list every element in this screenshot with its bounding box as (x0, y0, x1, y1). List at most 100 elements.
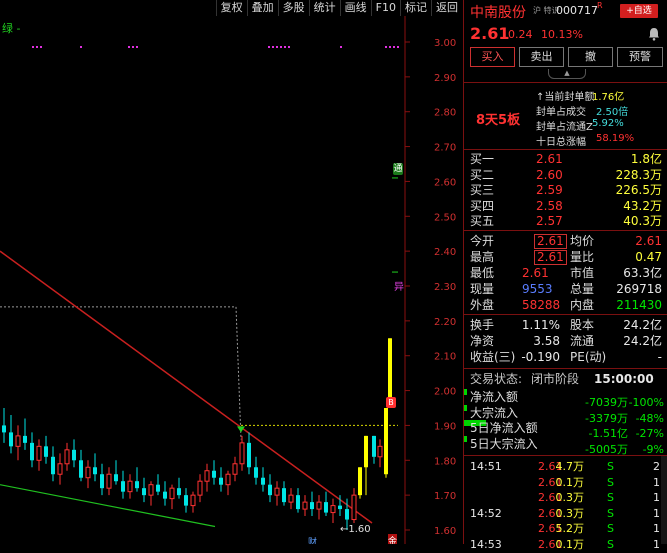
bell-icon[interactable] (648, 26, 660, 45)
candle-body[interactable] (239, 442, 245, 465)
candle-body[interactable] (358, 467, 362, 496)
candle-body[interactable] (219, 477, 223, 485)
alert-button[interactable]: 预警 (617, 47, 663, 67)
candle-body[interactable] (372, 435, 376, 457)
marker-tong-icon[interactable]: 通 (393, 163, 403, 175)
candle-body[interactable] (30, 442, 34, 461)
buy-button[interactable]: 买入 (470, 47, 515, 67)
candle-body[interactable] (324, 502, 328, 513)
candle-body[interactable] (93, 467, 97, 475)
tick-scrollbar[interactable] (661, 456, 667, 544)
collapse-chevron-icon[interactable]: ▲ (548, 69, 586, 79)
candle-body[interactable] (197, 480, 203, 496)
candle-body[interactable] (190, 494, 196, 507)
toolbar-button[interactable]: 标记 (400, 0, 431, 16)
candle-body[interactable] (72, 449, 76, 461)
candle-body[interactable] (384, 408, 388, 475)
candle-body[interactable] (15, 435, 21, 447)
candle-body[interactable] (247, 442, 251, 468)
toolbar-button[interactable]: 叠加 (246, 0, 278, 16)
tick-row[interactable]: 2.61 5.2万 S 1 (464, 521, 660, 537)
add-watchlist-button[interactable]: +自选 (620, 4, 658, 18)
toolbar-button[interactable]: 复权 (215, 0, 247, 16)
order-volume: 226.5万 (615, 183, 662, 197)
candle-body[interactable] (330, 505, 336, 514)
candle-body[interactable] (106, 473, 112, 489)
quote-value-2: 2.61 (635, 234, 662, 248)
toolbar-button[interactable]: 多股 (277, 0, 309, 16)
cancel-order-button[interactable]: 撤 (568, 47, 613, 67)
tick-volume: 0.3万 (555, 491, 585, 504)
candle-body[interactable] (2, 425, 6, 433)
marker-yi-icon[interactable]: 异 (394, 278, 404, 293)
candle-body[interactable] (23, 435, 27, 443)
candle-body[interactable] (310, 502, 314, 510)
tick-row[interactable]: 2.61 0.3万 S 1 (464, 490, 660, 506)
sell-button[interactable]: 卖出 (519, 47, 564, 67)
seal-line-value: 2.50倍 (596, 107, 629, 118)
y-tick-label: 2.40 (434, 247, 456, 258)
candle-body[interactable] (274, 487, 280, 496)
candle-body[interactable] (114, 474, 118, 482)
stat-label-2: 流通 (570, 334, 595, 348)
candle-body[interactable] (64, 449, 70, 465)
candle-body[interactable] (268, 484, 272, 496)
marker-jin-icon[interactable]: 金 (388, 534, 398, 544)
candle-body[interactable] (142, 488, 146, 496)
candle-body[interactable] (177, 488, 181, 496)
stat-value-2: - (657, 350, 662, 364)
candle-body[interactable] (225, 473, 231, 486)
candle-body[interactable] (127, 480, 133, 493)
toolbar-button[interactable]: F10 (370, 0, 400, 16)
candle-body[interactable] (121, 481, 125, 492)
tick-row[interactable]: 14:52 2.61 0.3万 S 1 (464, 506, 660, 522)
marker-b-icon[interactable]: B (386, 397, 396, 408)
candle-body[interactable] (36, 445, 42, 461)
toolbar-button[interactable]: 返回 (431, 0, 462, 16)
toolbar-button[interactable]: 统计 (308, 0, 340, 16)
candle-body[interactable] (163, 491, 167, 499)
tick-row[interactable]: 2.61 0.1万 S 1 (464, 475, 660, 491)
candle-body[interactable] (282, 488, 286, 503)
candle-body[interactable] (44, 446, 48, 457)
candle-body[interactable] (79, 460, 83, 478)
tick-row[interactable]: 14:53 2.61 0.1万 S 1 (464, 537, 660, 553)
tick-row[interactable]: 14:51 2.61 4.7万 S 2 (464, 459, 660, 475)
kline-svg[interactable]: 3.00 2.90 2.80 2.70 2.60 2.50 2.40 2.30 2.20 2.10… (0, 0, 462, 544)
candle-body[interactable] (302, 501, 308, 510)
candle-body[interactable] (100, 474, 104, 489)
kline-chart[interactable]: 3.00 2.90 2.80 2.70 2.60 2.50 2.40 2.30 2.20 2.10… (0, 0, 462, 544)
candle-body[interactable] (51, 456, 55, 475)
candle-body[interactable] (338, 505, 342, 510)
candle-body[interactable] (296, 495, 300, 510)
candle-body[interactable] (364, 435, 368, 468)
marker-cai-icon[interactable]: 财 (308, 535, 317, 544)
order-volume: 43.2万 (623, 198, 662, 213)
candle-body[interactable] (212, 470, 216, 478)
candle-body[interactable] (148, 484, 154, 496)
candle-body[interactable] (316, 501, 322, 510)
flow-label: 5日净流入额 (470, 421, 538, 435)
candle-body[interactable] (288, 494, 294, 503)
candle-body[interactable] (261, 477, 265, 485)
stat-row: 收益(三) -0.190 PE(动) - (464, 349, 667, 365)
order-volume: 40.3万 (623, 214, 662, 228)
candle-body[interactable] (184, 495, 188, 506)
order-volume: 1.8亿 (630, 152, 662, 166)
candle-body[interactable] (169, 487, 175, 500)
candle-body[interactable] (377, 445, 383, 458)
candle-body[interactable] (232, 463, 238, 475)
candle-body[interactable] (345, 509, 349, 520)
signal-dot (284, 46, 286, 48)
candle-body[interactable] (135, 481, 139, 489)
signal-dot (136, 46, 138, 48)
candle-body[interactable] (204, 470, 210, 482)
toolbar-button[interactable]: 画线 (339, 0, 371, 16)
candle-body[interactable] (254, 467, 258, 478)
candle-body[interactable] (351, 494, 357, 521)
candle-body[interactable] (9, 432, 13, 447)
candle-body[interactable] (85, 466, 91, 479)
quote-label-2: 总量 (570, 282, 595, 296)
candle-body[interactable] (57, 463, 63, 475)
candle-body[interactable] (156, 484, 160, 492)
